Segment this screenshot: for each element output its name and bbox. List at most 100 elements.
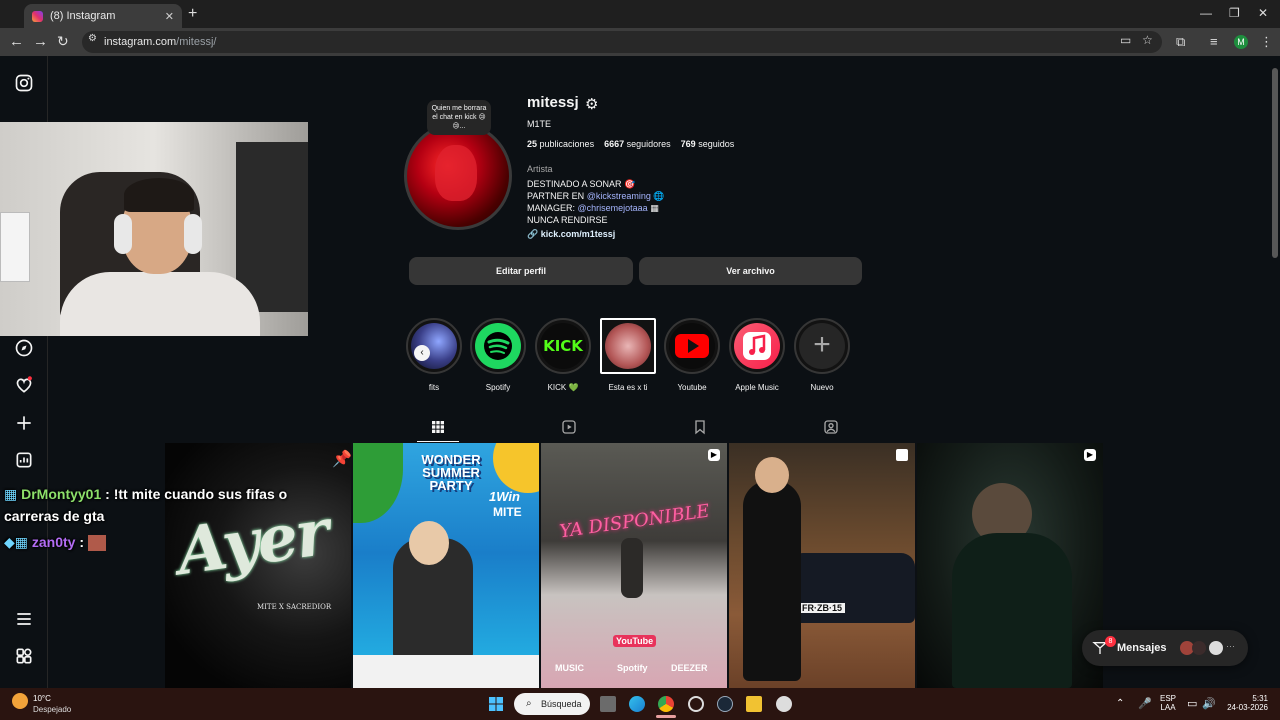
post-wonder-summer-party[interactable]: WONDER SUMMER PARTY 1Win MITE xyxy=(353,443,539,688)
forward-icon[interactable]: → xyxy=(33,33,48,50)
language-indicator[interactable]: ESP LAA xyxy=(1158,694,1178,712)
reload-icon[interactable]: ↻ xyxy=(57,33,69,50)
posts-stat: 25 publicaciones xyxy=(527,139,595,149)
post-promo-text: YA DISPONIBLE xyxy=(558,500,711,543)
maximize-icon[interactable]: ❐ xyxy=(1229,6,1240,20)
more-menu-icon[interactable] xyxy=(14,609,34,629)
highlights-prev-arrow-icon[interactable]: ‹ xyxy=(414,345,430,361)
webcam-shirt xyxy=(60,272,260,336)
highlight-apple-music[interactable]: Apple Music xyxy=(729,318,785,392)
browser-menu-icon[interactable]: ⋮ xyxy=(1260,34,1273,50)
view-archive-button[interactable]: Ver archivo xyxy=(639,257,862,285)
page-scrollbar[interactable] xyxy=(1270,56,1280,688)
browser-tab-instagram[interactable]: (8) Instagram ✕ xyxy=(24,4,182,28)
address-bar[interactable]: instagram.com/mitessj/ xyxy=(82,31,1162,53)
minimize-icon[interactable]: — xyxy=(1200,6,1212,20)
edit-profile-button[interactable]: Editar perfil xyxy=(409,257,633,285)
deezer-logo: DEEZER xyxy=(671,663,708,673)
following-stat[interactable]: 769 seguidos xyxy=(681,139,735,149)
close-tab-icon[interactable]: ✕ xyxy=(165,10,174,23)
clock[interactable]: 5:31 24-03-2026 xyxy=(1222,694,1268,712)
headphones-right xyxy=(184,214,202,254)
bio-line-2: PARTNER EN @kickstreaming 🌐 xyxy=(527,191,665,201)
pinned-icon: 📌 xyxy=(332,451,351,468)
url-path: /mitessj/ xyxy=(176,36,217,48)
instagram-logo-icon[interactable] xyxy=(14,73,34,93)
chat-emote xyxy=(87,535,106,552)
clock-time: 5:31 xyxy=(1252,694,1268,703)
highlight-spotify[interactable]: Spotify xyxy=(470,318,526,392)
explore-icon[interactable] xyxy=(14,338,34,358)
highlight-kick[interactable]: KICK KICK 💚 xyxy=(535,318,591,392)
tray-overflow-icon[interactable]: ⌃ xyxy=(1116,698,1124,709)
chat-message-1-continued: carreras de gta xyxy=(4,508,105,524)
steam-icon[interactable] xyxy=(717,696,733,712)
network-icon[interactable]: ▭ xyxy=(1187,697,1197,710)
file-explorer-icon[interactable] xyxy=(746,696,762,712)
edge-icon[interactable] xyxy=(629,696,645,712)
dashboard-icon[interactable] xyxy=(14,450,34,470)
add-highlight-plus-icon: + xyxy=(799,323,845,369)
chat-username-1: DrMontyy01 xyxy=(21,486,102,502)
also-from-meta-icon[interactable] xyxy=(14,646,34,666)
portrait-jacket xyxy=(952,533,1072,688)
windows-start-icon[interactable] xyxy=(488,696,504,712)
messages-floating-button[interactable]: 8 Mensajes ··· xyxy=(1082,630,1248,666)
reel-icon: ▶ xyxy=(1084,449,1096,461)
chat-text-2: : xyxy=(79,534,85,550)
volume-icon[interactable]: 🔊 xyxy=(1202,697,1216,710)
highlight-new[interactable]: + Nuevo xyxy=(794,318,850,392)
chrome-icon[interactable] xyxy=(658,696,674,712)
profile-stats: 25 publicaciones 6667 seguidores 769 seg… xyxy=(527,139,734,149)
task-view-icon[interactable] xyxy=(600,696,616,712)
taskbar-search[interactable]: ⌕ Búsqueda xyxy=(514,693,590,715)
post-ya-disponible[interactable]: YA DISPONIBLE YouTube MUSIC Spotify DEEZ… xyxy=(541,443,727,688)
media-player-icon[interactable] xyxy=(776,696,792,712)
tab-saved-icon[interactable] xyxy=(692,419,708,435)
bio-external-link[interactable]: 🔗 kick.com/m1tessj xyxy=(527,229,615,240)
create-post-icon[interactable] xyxy=(14,413,34,433)
instagram-favicon-icon xyxy=(32,10,43,22)
new-tab-icon[interactable]: + xyxy=(188,5,197,23)
close-window-icon[interactable]: ✕ xyxy=(1258,6,1268,20)
tab-posts-grid-icon[interactable] xyxy=(430,419,446,435)
weather-condition: Despejado xyxy=(33,705,72,714)
tab-reels-icon[interactable] xyxy=(561,419,577,435)
palm-leaf-decoration xyxy=(353,443,403,523)
cast-icon[interactable]: ▭ xyxy=(1120,33,1131,47)
chat-message-1: ▦ DrMontyy01 : !tt mite cuando sus fifas… xyxy=(4,486,287,503)
mention-kickstreaming[interactable]: @kickstreaming xyxy=(587,191,651,201)
spotify-logo-icon xyxy=(484,332,512,360)
followers-stat[interactable]: 6667 seguidores xyxy=(604,139,671,149)
post-car-photo[interactable]: FR·ZB·15 xyxy=(729,443,915,688)
more-avatars-icon: ··· xyxy=(1226,641,1235,651)
highlight-youtube[interactable]: Youtube xyxy=(664,318,720,392)
highlight-esta-es-x-ti[interactable]: Esta es x ti xyxy=(600,318,656,392)
sun-decoration xyxy=(493,443,539,493)
bookmark-star-icon[interactable]: ☆ xyxy=(1142,33,1153,47)
profile-avatar[interactable] xyxy=(404,122,512,230)
browser-profile-avatar[interactable]: M xyxy=(1234,35,1248,49)
streamer-webcam-overlay xyxy=(0,122,308,336)
webcam-hair xyxy=(124,178,194,212)
post-dark-portrait[interactable]: ▶ xyxy=(917,443,1103,688)
chat-username-2: zan0ty xyxy=(31,534,76,550)
scrollbar-thumb[interactable] xyxy=(1272,68,1278,258)
obs-icon[interactable] xyxy=(688,696,704,712)
tab-tagged-icon[interactable] xyxy=(823,419,839,435)
microphone-icon[interactable]: 🎤 xyxy=(1138,697,1152,710)
settings-gear-icon[interactable]: ⚙ xyxy=(585,95,598,113)
person-head xyxy=(755,457,789,493)
mention-manager[interactable]: @chrisemejotaaa xyxy=(578,203,648,213)
site-info-icon[interactable]: ⚙ xyxy=(88,33,97,44)
notifications-heart-icon[interactable] xyxy=(14,375,34,395)
webcam-dark-cabinet xyxy=(236,142,308,312)
media-control-icon[interactable]: ≡ xyxy=(1210,34,1218,49)
profile-tabs xyxy=(405,413,1105,443)
post-ayer[interactable]: Ayer MITE X SACREDIOR 📌 xyxy=(165,443,351,688)
weather-icon[interactable] xyxy=(12,693,28,709)
profile-note-bubble[interactable]: Quien me borrara el chat en kick 😢😢... xyxy=(427,100,491,135)
extensions-icon[interactable]: ⧉ xyxy=(1176,34,1185,50)
flyer-brand: 1Win xyxy=(489,489,520,504)
back-icon[interactable]: ← xyxy=(9,33,24,50)
